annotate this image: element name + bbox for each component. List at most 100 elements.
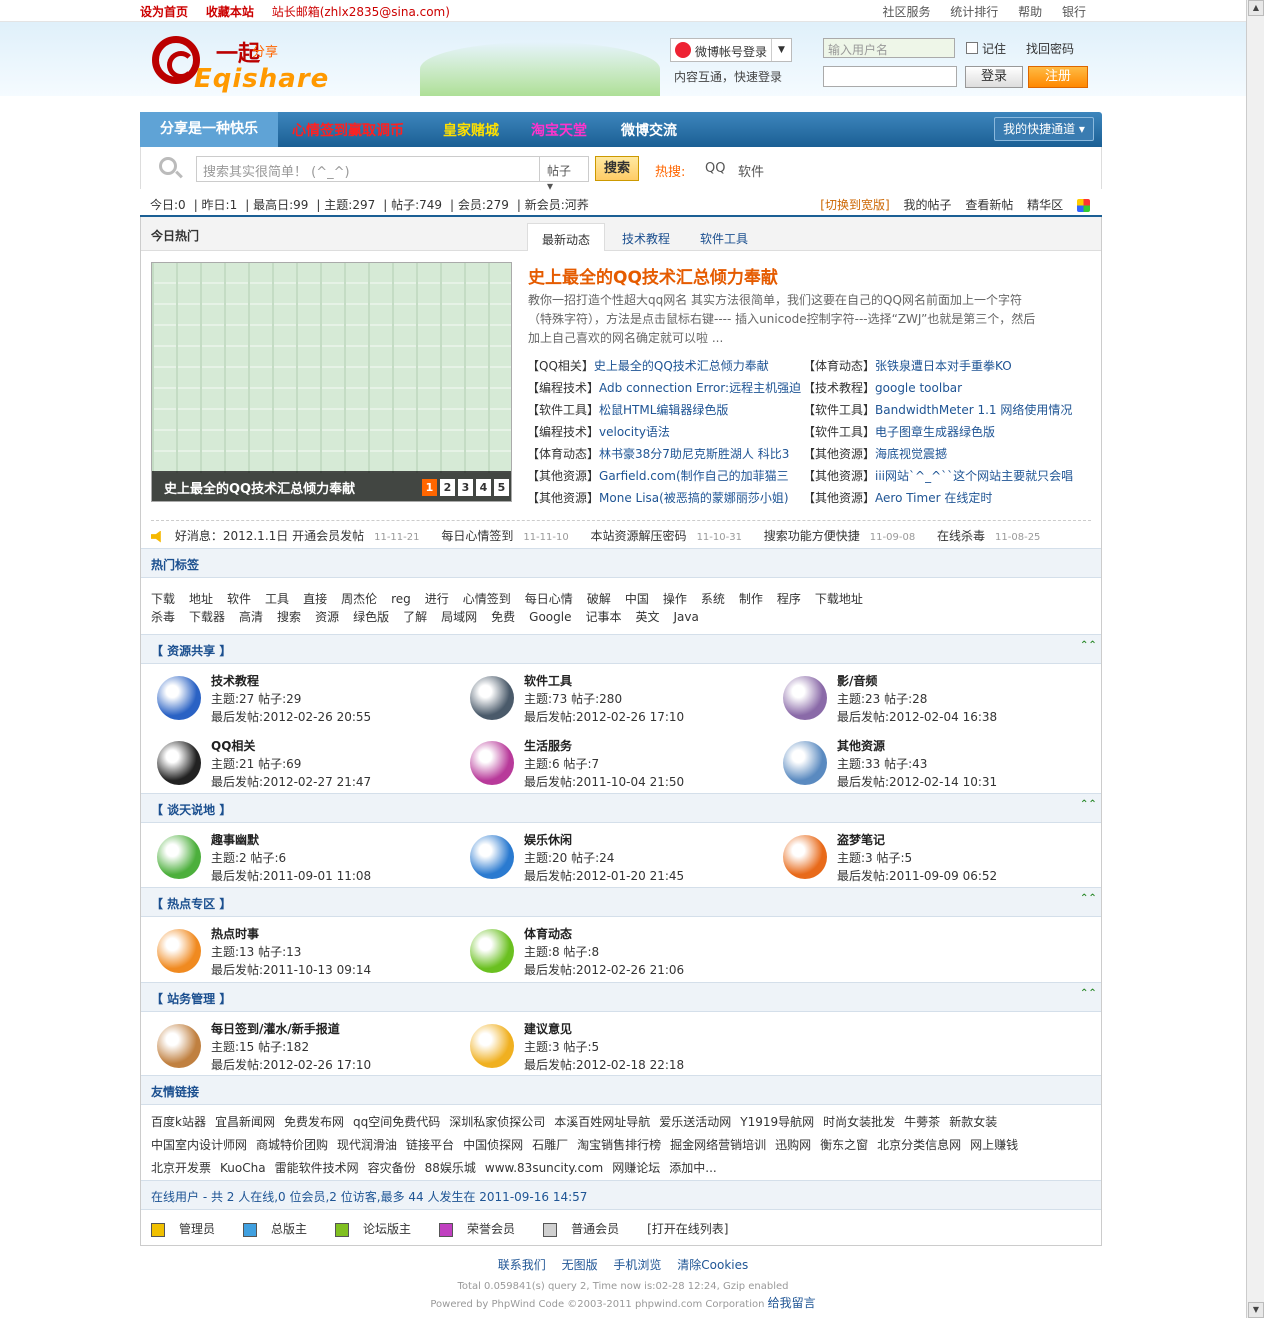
slide-num-2[interactable]: 2 (440, 479, 455, 496)
forum-item[interactable]: 娱乐休闲 主题:20 帖子:24 最后发帖:2012-01-20 21:45 (464, 831, 777, 891)
slide-num-4[interactable]: 4 (476, 479, 491, 496)
scroll-down-icon[interactable]: ▼ (1248, 1302, 1264, 1318)
slide-num-1[interactable]: 1 (422, 479, 437, 496)
nav-item-casino[interactable]: 皇家赌城 (443, 120, 499, 140)
hot-search-software[interactable]: 软件 (738, 161, 764, 180)
news-title[interactable]: Garfield.com(制作自己的加菲猫三 (599, 469, 789, 483)
tag-link[interactable]: 工具 (265, 590, 289, 607)
list-item[interactable]: 【软件工具】松鼠HTML编辑器绿色版 (527, 401, 807, 423)
digest-link[interactable]: 精华区 (1027, 198, 1063, 212)
tag-link[interactable]: 记事本 (585, 608, 621, 625)
collapse-icon[interactable]: ⌃⌃ (1080, 894, 1097, 907)
slide-num-3[interactable]: 3 (458, 479, 473, 496)
forum-section-header[interactable]: 【 谈天说地 】 ⌃⌃ (141, 793, 1101, 823)
friend-link[interactable]: 商城特价团购 (256, 1138, 328, 1152)
stat-newest-member[interactable]: 新会员:河荞 (525, 198, 589, 212)
tag-link[interactable]: 地址 (189, 590, 213, 607)
tag-link[interactable]: 绿色版 (353, 608, 389, 625)
forum-name[interactable]: 盗梦笔记 (837, 831, 885, 848)
community-link[interactable]: 社区服务 (882, 5, 930, 19)
admin-email-link[interactable]: 站长邮箱(zhlx2835@sina.com) (272, 5, 450, 19)
search-button[interactable]: 搜索 (595, 156, 639, 181)
tab-software[interactable]: 软件工具 (686, 223, 762, 251)
tag-link[interactable]: 软件 (227, 590, 251, 607)
featured-slideshow[interactable]: 史上最全的QQ技术汇总倾力奉献 12345 (151, 262, 512, 502)
slide-num-5[interactable]: 5 (494, 479, 509, 496)
friend-link[interactable]: 深圳私家侦探公司 (449, 1115, 545, 1129)
news-title[interactable]: 松鼠HTML编辑器绿色版 (599, 403, 728, 417)
list-item[interactable]: 【软件工具】BandwidthMeter 1.1 网络使用情况 (803, 401, 1083, 423)
list-item[interactable]: 【技术教程】google toolbar (803, 379, 1083, 401)
forum-name[interactable]: 软件工具 (524, 672, 572, 689)
tab-tutorials[interactable]: 技术教程 (608, 223, 684, 251)
bookmark-link[interactable]: 收藏本站 (206, 5, 254, 19)
friend-link[interactable]: 雷能软件技术网 (275, 1161, 359, 1175)
forum-name[interactable]: 建议意见 (524, 1020, 572, 1037)
friend-link[interactable]: 衡东之窗 (820, 1138, 868, 1152)
news-title[interactable]: 张铁泉遭日本对手重拳KO (875, 359, 1012, 373)
forum-item[interactable]: 盗梦笔记 主题:3 帖子:5 最后发帖:2011-09-09 06:52 (777, 831, 1090, 891)
tag-link[interactable]: 程序 (777, 590, 801, 607)
tag-link[interactable]: 下载地址 (815, 590, 863, 607)
news-title[interactable]: google toolbar (875, 381, 962, 395)
notice-item[interactable]: 在线杀毒 (937, 529, 985, 543)
friend-link[interactable]: 北京开发票 (151, 1161, 211, 1175)
notice-item[interactable]: 搜索功能方便快捷 (764, 529, 860, 543)
friend-link[interactable]: 添加中... (669, 1161, 716, 1175)
tag-link[interactable]: 周杰伦 (341, 590, 377, 607)
news-title[interactable]: 电子图章生成器绿色版 (875, 425, 995, 439)
collapse-icon[interactable]: ⌃⌃ (1080, 800, 1097, 813)
switch-wide-link[interactable]: [切换到宽版] (820, 198, 889, 212)
tag-link[interactable]: reg (391, 592, 411, 606)
scrollbar[interactable]: ▲ ▼ (1246, 0, 1264, 1318)
forum-item[interactable]: 体育动态 主题:8 帖子:8 最后发帖:2012-02-26 21:06 (464, 925, 777, 985)
forum-item[interactable]: 技术教程 主题:27 帖子:29 最后发帖:2012-02-26 20:55 (151, 672, 464, 732)
mobile-link[interactable]: 手机浏览 (613, 1258, 661, 1272)
friend-link[interactable]: Y1919导航网 (740, 1115, 814, 1129)
friend-link[interactable]: 宜昌新闻网 (215, 1115, 275, 1129)
friend-link[interactable]: 现代润滑油 (337, 1138, 397, 1152)
news-title[interactable]: Adb connection Error:远程主机强迫 (599, 381, 801, 395)
forum-name[interactable]: 体育动态 (524, 925, 572, 942)
online-users-bar[interactable]: 在线用户 - 共 2 人在线,0 位会员,2 位访客,最多 44 人发生在 20… (141, 1180, 1101, 1210)
notice-item[interactable]: 好消息：2012.1.1日 开通会员发帖 (175, 529, 364, 543)
list-item[interactable]: 【体育动态】林书豪38分7助尼克斯胜湖人 科比3 (527, 445, 807, 467)
ranking-link[interactable]: 统计排行 (950, 5, 998, 19)
forum-name[interactable]: 其他资源 (837, 737, 885, 754)
nav-item-taobao[interactable]: 淘宝天堂 (531, 120, 587, 140)
style-switch-icon[interactable] (1077, 199, 1090, 212)
forum-name[interactable]: 每日签到/灌水/新手报道 (211, 1020, 340, 1037)
tag-link[interactable]: Google (529, 610, 571, 624)
forum-name[interactable]: 生活服务 (524, 737, 572, 754)
friend-link[interactable]: 牛蒡茶 (904, 1115, 940, 1129)
friend-link[interactable]: 网上赚钱 (970, 1138, 1018, 1152)
forum-section-header[interactable]: 【 站务管理 】 ⌃⌃ (141, 982, 1101, 1012)
search-input[interactable]: 搜索其实很简单！ (^_^) (196, 156, 540, 182)
friend-link[interactable]: qq空间免费代码 (353, 1115, 440, 1129)
friend-link[interactable]: 容灾备份 (368, 1161, 416, 1175)
forum-name[interactable]: 娱乐休闲 (524, 831, 572, 848)
username-input[interactable]: 输入用户名 (823, 38, 955, 58)
search-scope-select[interactable]: 帖子 ▾ (539, 156, 589, 193)
forum-item[interactable]: 趣事幽默 主题:2 帖子:6 最后发帖:2011-09-01 11:08 (151, 831, 464, 891)
register-button[interactable]: 注册 (1028, 66, 1088, 88)
tag-link[interactable]: 操作 (663, 590, 687, 607)
tag-link[interactable]: 英文 (635, 608, 659, 625)
collapse-icon[interactable]: ⌃⌃ (1080, 989, 1097, 1002)
open-online-list-link[interactable]: [打开在线列表] (647, 1222, 728, 1236)
friend-link[interactable]: 中国室内设计师网 (151, 1138, 247, 1152)
login-button[interactable]: 登录 (965, 66, 1023, 88)
friend-link[interactable]: www.83suncity.com (485, 1161, 603, 1175)
forum-item[interactable]: QQ相关 主题:21 帖子:69 最后发帖:2012-02-27 21:47 (151, 737, 464, 797)
friend-link[interactable]: 本溪百姓网址导航 (554, 1115, 650, 1129)
news-title[interactable]: Aero Timer 在线定时 (875, 491, 992, 505)
tag-link[interactable]: 制作 (739, 590, 763, 607)
slide-caption[interactable]: 史上最全的QQ技术汇总倾力奉献 (164, 482, 355, 497)
tag-link[interactable]: 每日心情 (525, 590, 573, 607)
list-item[interactable]: 【其他资源】Aero Timer 在线定时 (803, 489, 1083, 511)
tag-link[interactable]: 杀毒 (151, 608, 175, 625)
friend-link[interactable]: 网赚论坛 (612, 1161, 660, 1175)
list-item[interactable]: 【其他资源】Mone Lisa(被恶搞的蒙娜丽莎小姐) (527, 489, 807, 511)
nav-item-weibo[interactable]: 微博交流 (621, 120, 677, 140)
new-posts-link[interactable]: 查看新帖 (965, 198, 1013, 212)
